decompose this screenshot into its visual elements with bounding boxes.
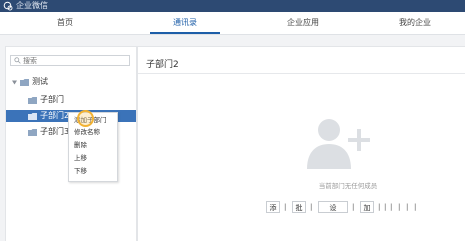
title-bar: 企业微信 [0, 0, 465, 12]
action-separator: | [406, 203, 409, 211]
batch-import-button[interactable]: 批 [292, 201, 306, 213]
add-member-button[interactable]: 添 [266, 201, 280, 213]
tab-apps[interactable]: 企业应用 [258, 12, 348, 34]
action-separator: | [284, 203, 287, 211]
wecom-logo-icon [3, 1, 13, 11]
tab-my-company-label: 我的企业 [399, 18, 431, 27]
department-title: 子部门2 [146, 60, 179, 70]
action-separator: | [414, 203, 417, 211]
menu-delete[interactable]: 删除 [74, 140, 87, 151]
menu-move-up[interactable]: 上移 [74, 153, 87, 164]
add-button[interactable]: 加 [360, 201, 374, 213]
tab-home[interactable]: 首页 [20, 12, 110, 34]
set-button[interactable]: 设 [318, 201, 348, 213]
tree-root-department[interactable]: 测试 [6, 76, 136, 88]
tab-contacts-label: 通讯录 [173, 18, 197, 27]
main-nav: 首页 通讯录 企业应用 我的企业 [0, 12, 465, 35]
active-tab-indicator [150, 32, 220, 34]
tree-item-label: 子部门2 [40, 111, 70, 120]
action-separator: | [390, 203, 393, 211]
tab-apps-label: 企业应用 [287, 18, 319, 27]
tab-contacts[interactable]: 通讯录 [140, 12, 230, 34]
search-icon [14, 57, 21, 64]
tree-root-label: 测试 [32, 77, 48, 86]
action-separator: | [352, 203, 355, 211]
cursor-highlight [77, 110, 94, 127]
expand-caret-icon[interactable] [12, 80, 17, 85]
action-separator: | [384, 203, 387, 211]
folder-icon [28, 97, 37, 104]
action-separator: | [398, 203, 401, 211]
tree-item-label: 子部门 [40, 95, 64, 104]
action-separator: | [378, 203, 381, 211]
folder-icon [28, 129, 37, 136]
divider [138, 73, 465, 74]
action-separator: | [310, 203, 313, 211]
tab-home-label: 首页 [57, 18, 73, 27]
menu-move-down[interactable]: 下移 [74, 166, 87, 177]
tab-my-company[interactable]: 我的企业 [370, 12, 460, 34]
folder-icon [20, 79, 29, 86]
empty-state-text: 当前部门无任何成员 [318, 182, 378, 190]
department-detail-panel: 子部门2 当前部门无任何成员 添 | 批 | 设 | 加 | | | | | | [137, 46, 465, 241]
app-title: 企业微信 [16, 1, 48, 10]
tree-item-subdept[interactable]: 子部门 [6, 94, 136, 106]
add-member-placeholder-icon [307, 119, 370, 169]
search-box[interactable] [10, 55, 130, 66]
tree-item-label: 子部门3 [40, 127, 70, 136]
search-input[interactable] [23, 56, 127, 65]
menu-rename[interactable]: 修改名称 [74, 127, 100, 138]
folder-icon [28, 113, 37, 120]
